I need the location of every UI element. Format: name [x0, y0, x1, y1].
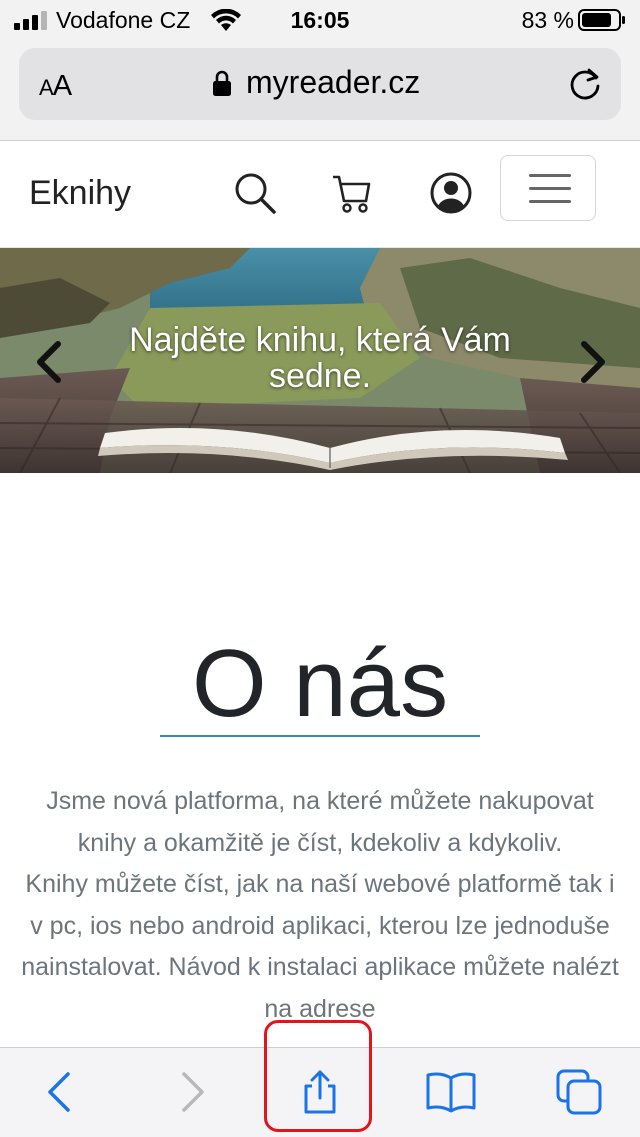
- menu-icon: [529, 174, 571, 177]
- menu-toggle-button[interactable]: [500, 155, 596, 221]
- search-icon[interactable]: [233, 171, 277, 215]
- browser-address-area: AA myreader.cz: [0, 40, 640, 141]
- tabs-icon[interactable]: [555, 1068, 603, 1116]
- status-bar: Vodafone CZ 16:05 83 %: [0, 0, 640, 40]
- menu-icon-line: [529, 187, 571, 190]
- forward-icon[interactable]: [170, 1070, 214, 1114]
- battery-percentage: 83 %: [521, 7, 574, 33]
- chevron-left-icon[interactable]: [34, 340, 64, 384]
- text-size-button[interactable]: AA: [39, 70, 72, 103]
- about-heading: O nás: [191, 630, 449, 738]
- user-icon[interactable]: [429, 171, 473, 215]
- url-text[interactable]: myreader.cz: [246, 64, 420, 101]
- site-navbar: Eknihy: [0, 141, 640, 248]
- bookmarks-icon[interactable]: [425, 1070, 477, 1114]
- address-bar[interactable]: AA myreader.cz: [19, 48, 621, 120]
- reload-icon[interactable]: [569, 66, 603, 102]
- lock-icon: [213, 70, 231, 96]
- battery-icon: [578, 9, 625, 31]
- share-button-highlight: [264, 1020, 372, 1132]
- about-text: Jsme nová platforma, na které můžete nak…: [20, 781, 620, 1030]
- chevron-right-icon[interactable]: [578, 340, 608, 384]
- cart-icon[interactable]: [330, 171, 374, 215]
- hero-caption: Najděte knihu, která Vám sedne.: [129, 321, 511, 395]
- about-paragraph-1: Jsme nová platforma, na které můžete nak…: [46, 787, 594, 857]
- back-icon[interactable]: [38, 1070, 82, 1114]
- heading-divider: [160, 735, 480, 737]
- menu-icon-line: [529, 200, 571, 203]
- about-paragraph-2: Knihy můžete číst, jak na naší webové pl…: [21, 870, 619, 1023]
- site-brand[interactable]: Eknihy: [29, 174, 131, 213]
- hero-carousel[interactable]: Najděte knihu, která Vám sedne.: [0, 248, 640, 473]
